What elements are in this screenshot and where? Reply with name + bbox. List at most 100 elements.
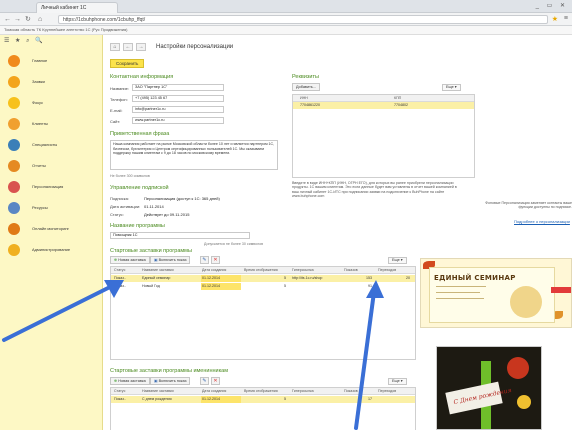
sidebar-item-label: Фокус xyxy=(32,100,44,105)
sidebar-item-label: Онлайн мониторинг xyxy=(32,226,69,231)
back-icon[interactable]: ← xyxy=(4,15,11,24)
url-field[interactable]: https://1cbuhphone.com/1cbuhp_ffqt/ xyxy=(58,15,548,24)
column-header: Показов xyxy=(344,389,358,393)
home-icon[interactable]: ⌂ xyxy=(38,15,42,24)
forward-button[interactable]: → xyxy=(136,43,146,51)
phone-label: Телефон: xyxy=(110,97,128,102)
enable-display-label: Включить показ xyxy=(158,258,187,262)
table-cell: 5 xyxy=(284,397,286,401)
seminar-banner-preview: ЕДИНЫЙ СЕМИНАР xyxy=(420,258,572,328)
table-cell: 01.12.2014 xyxy=(201,283,241,290)
column-header: Время отображения xyxy=(244,389,278,393)
edit-icon[interactable]: ✎ xyxy=(200,377,209,385)
column-header: Гиперссылка xyxy=(292,268,314,272)
personalization-link[interactable]: Подробнее о персонализации xyxy=(514,219,570,224)
table-header: Статус Название заставки Дата создания Врем… xyxy=(111,267,415,274)
browser-menu-icon[interactable]: ≡ xyxy=(564,15,568,22)
bookmark-star-icon[interactable]: ★ xyxy=(552,15,558,23)
sidebar-item[interactable]: Специалисты xyxy=(0,135,103,155)
sidebar-item-label: Главное xyxy=(32,58,48,63)
subscription-value: 01.11.2014 xyxy=(144,204,164,209)
table-cell: 20 xyxy=(406,276,410,280)
enable-named-display-button[interactable]: ▣ Включить показ xyxy=(150,377,191,385)
sidebar-item[interactable]: Онлайн мониторинг xyxy=(0,219,103,239)
table-cell: 5 xyxy=(284,284,286,288)
sidebar-item[interactable]: Отчеты xyxy=(0,156,103,176)
browser-tab-bar: Личный кабинет 1С _ ▭ ✕ xyxy=(0,0,572,13)
sidebar-item-icon xyxy=(8,97,20,109)
site-label: Сайт: xyxy=(110,119,121,124)
sidebar-toolbar[interactable]: ☰ ★ ⌕ 🔍 xyxy=(0,35,102,47)
sidebar-item[interactable]: Главное xyxy=(0,51,103,71)
banner-card: ЕДИНЫЙ СЕМИНАР xyxy=(429,267,555,323)
subscription-value: Персонализация (доступ к 1С: 365 дней) xyxy=(144,196,220,201)
add-requisite-button[interactable]: Добавить... xyxy=(292,83,320,91)
requisites-more-button[interactable]: Еще ▾ xyxy=(442,84,461,91)
delete-icon[interactable]: ✕ xyxy=(211,377,220,385)
enable-display-button[interactable]: ▣ Включить показ xyxy=(150,256,191,264)
sidebar-item[interactable]: Администрирование xyxy=(0,240,103,260)
sidebar-item[interactable]: Фокус xyxy=(0,93,103,113)
subscription-label: Статус: xyxy=(110,212,124,217)
email-field[interactable]: info@partner1c.ru xyxy=(132,106,224,113)
home-button[interactable]: ⌂ xyxy=(110,43,120,51)
name-field[interactable]: ЗАО "Партнер 1С" xyxy=(132,84,224,91)
sidebar-item-icon xyxy=(8,118,20,130)
sidebar-item-icon xyxy=(8,139,20,151)
window-controls[interactable]: _ ▭ ✕ xyxy=(536,2,568,9)
startup-more-button[interactable]: Еще ▾ xyxy=(388,257,407,264)
sidebar-item-icon xyxy=(8,55,20,67)
back-button[interactable]: ← xyxy=(123,43,133,51)
sidebar-item-icon xyxy=(8,202,20,214)
birthday-photo-preview: С Днем рождения xyxy=(436,346,542,430)
named-more-button[interactable]: Еще ▾ xyxy=(388,378,407,385)
column-header: Переходов xyxy=(378,389,397,393)
new-screen-button[interactable]: ⊕ Новая заставка xyxy=(110,256,150,264)
table-cell: Новый Год xyxy=(142,284,160,288)
column-header: Показов xyxy=(344,268,358,272)
column-header: ИНН xyxy=(300,96,308,100)
sidebar-item[interactable]: Клиенты xyxy=(0,114,103,134)
table-header: ИНН КПП xyxy=(293,95,474,102)
banner-figure xyxy=(510,286,542,318)
startup-section-title: Стартовые заставки программы xyxy=(110,248,192,254)
gift-decoration xyxy=(517,395,531,409)
column-header: Дата создания xyxy=(202,389,227,393)
table-row[interactable]: 7704861220 7704802 xyxy=(293,102,474,109)
site-field[interactable]: www.partner1c.ru xyxy=(132,117,224,124)
sidebar-item[interactable]: Персонализация xyxy=(0,177,103,197)
greeting-section-title: Приветственная фраза xyxy=(110,131,170,137)
browser-tab[interactable]: Личный кабинет 1С xyxy=(36,2,118,13)
sidebar-item[interactable]: Заявки xyxy=(0,72,103,92)
forward-icon[interactable]: → xyxy=(14,15,21,24)
table-row[interactable]: Показ.. Единый семинар 01.12.2014 5 http://i… xyxy=(111,275,415,282)
new-named-screen-button[interactable]: ⊕ Новая заставка xyxy=(110,377,150,385)
program-name-field[interactable]: Помощник 1С xyxy=(110,232,250,239)
delete-icon[interactable]: ✕ xyxy=(211,256,220,264)
banner-line xyxy=(436,292,480,293)
table-header: Статус Название заставки Дата создания Врем… xyxy=(111,388,415,395)
reload-icon[interactable]: ↻ xyxy=(25,15,31,24)
subscription-label: Дата активации: xyxy=(110,204,141,209)
edit-icon[interactable]: ✎ xyxy=(200,256,209,264)
sidebar-item-label: Клиенты xyxy=(32,121,49,126)
sidebar-item-icon xyxy=(8,181,20,193)
page-title: Настройки персонализации xyxy=(156,44,234,50)
sidebar-item-label: Администрирование xyxy=(32,247,71,252)
sidebar-item[interactable]: Ресурсы xyxy=(0,198,103,218)
table-row[interactable]: Показ.. Новый Год 01.12.2014 5 91 xyxy=(111,283,415,290)
new-screen-label: Новая заставка xyxy=(118,258,146,262)
subscription-label: Подписка: xyxy=(110,196,129,201)
table-row[interactable]: Показ.. С днем рождения 01.12.2014 5 17 xyxy=(111,396,415,403)
contact-section-title: Контактная информация xyxy=(110,74,174,80)
banner-red-stripe xyxy=(551,287,571,293)
greeting-textarea[interactable]: Наша компания работает на рынке Московск… xyxy=(110,140,278,170)
column-header: КПП xyxy=(394,96,402,100)
sidebar-item-label: Заявки xyxy=(32,79,45,84)
save-button[interactable]: Сохранить xyxy=(110,59,145,68)
banner-title: ЕДИНЫЙ СЕМИНАР xyxy=(434,274,516,282)
table-cell: Показ.. xyxy=(114,284,126,288)
sidebar: ☰ ★ ⌕ 🔍 Главное Заявки Фокус Клиенты Специал… xyxy=(0,35,103,430)
table-cell: С днем рождения xyxy=(142,397,172,401)
phone-field[interactable]: +7 (495) 123 45 67 xyxy=(132,95,224,102)
